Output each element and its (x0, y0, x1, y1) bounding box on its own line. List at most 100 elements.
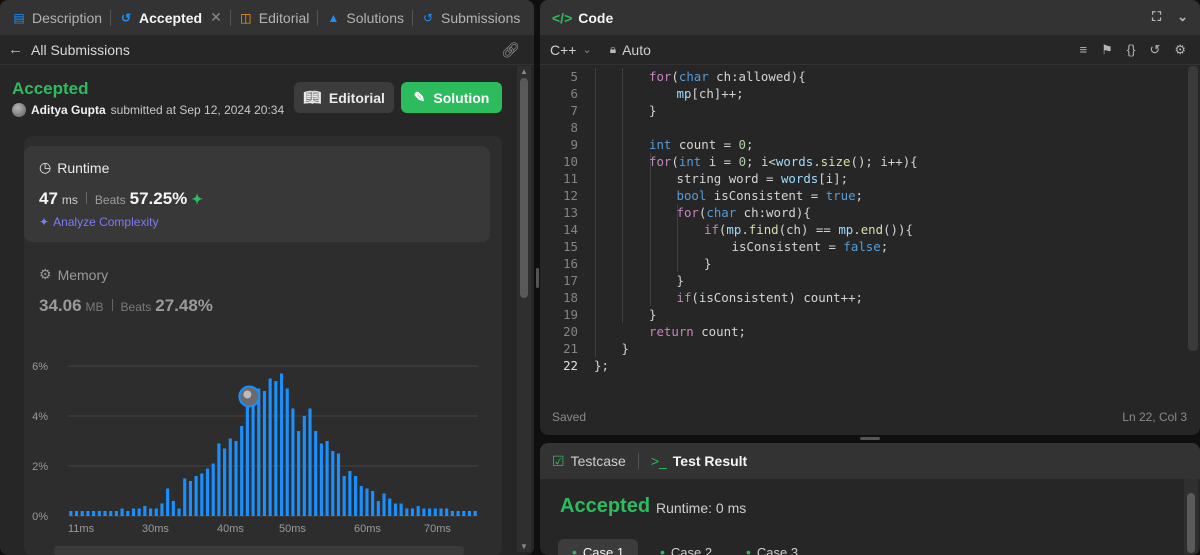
line-number: 22 (563, 358, 578, 373)
edit-icon: ✎ (413, 89, 426, 105)
tab-editorial-label: Editorial (258, 9, 310, 26)
y-tick-label: 6% (32, 361, 48, 373)
code-text: if(isConsistent) count++; (676, 290, 864, 305)
mode-label[interactable]: Auto (622, 42, 651, 58)
submitted-text: submitted at Sep 12, 2024 20:34 (110, 103, 285, 117)
chart-bar (234, 441, 238, 516)
arrow-left-icon[interactable]: ← (8, 41, 23, 58)
case-tab-1[interactable]: • Case 1 (558, 539, 639, 555)
x-tick-label: 40ms (217, 523, 244, 535)
tab-solutions[interactable]: ▲ Solutions (318, 0, 412, 35)
tab-solutions-label: Solutions (346, 9, 404, 26)
line-number: 14 (563, 222, 578, 237)
avatar[interactable] (12, 103, 26, 117)
chart-range-slider[interactable] (54, 546, 464, 555)
code-line: 12 bool isConsistent = true; (540, 187, 1185, 204)
test-tab-bar: ☑ Testcase >_ Test Result (540, 443, 1200, 479)
memory-title-label: Memory (57, 266, 109, 283)
tab-test-result[interactable]: Test Result (673, 453, 747, 469)
left-scrollbar[interactable]: ▲ ▼ (517, 66, 531, 552)
history-icon: ↺ (121, 10, 132, 25)
settings-icon[interactable]: ⚙ (1174, 42, 1186, 58)
divider (111, 299, 113, 311)
submission-meta: Aditya Gupta submitted at Sep 12, 2024 2… (12, 103, 284, 117)
tab-testcase[interactable]: Testcase (571, 453, 626, 469)
code-text: string word = words[i]; (676, 171, 849, 186)
chart-bar (314, 431, 318, 516)
chart-bar (416, 506, 420, 516)
all-submissions-link[interactable]: All Submissions (31, 42, 130, 58)
chart-bar (149, 508, 153, 516)
code-editor[interactable]: 5 for(char ch:allowed){6 mp[ch]++; 7} 8 9 int … (540, 66, 1200, 396)
tab-submissions[interactable]: ↺ Submissions (413, 0, 528, 35)
chart-bar (410, 508, 415, 516)
chart-bar (240, 426, 244, 516)
chevron-down-icon[interactable]: ⌄ (582, 43, 591, 56)
scroll-thumb[interactable] (520, 78, 528, 298)
code-line: 19} (540, 306, 1185, 323)
memory-value: 34.06 (39, 296, 82, 315)
analyze-complexity-link[interactable]: ✦ Analyze Complexity (39, 215, 158, 229)
runtime-title-label: Runtime (57, 159, 110, 176)
chart-bar (245, 396, 249, 516)
close-icon[interactable]: ✕ (210, 9, 222, 26)
chevron-down-icon[interactable]: ⌄ (1177, 9, 1188, 25)
y-tick-label: 2% (32, 461, 48, 473)
tab-description[interactable]: ▤ Description (4, 0, 110, 35)
y-tick-label: 0% (32, 511, 48, 523)
format-icon[interactable]: ≡ (1080, 42, 1088, 58)
panel-resize-handle[interactable] (536, 268, 539, 288)
chart-bar (97, 511, 101, 516)
code-line: 11 string word = words[i]; (540, 170, 1185, 187)
chart-bar (467, 511, 472, 516)
code-title: Code (578, 9, 614, 26)
line-number: 9 (570, 137, 578, 152)
code-text: } (704, 256, 712, 271)
chart-bar (92, 511, 96, 516)
editorial-button[interactable]: 📖︎ Editorial (294, 82, 394, 113)
chart-bar (325, 441, 329, 516)
scroll-up-icon[interactable]: ▲ (519, 67, 529, 76)
bookmark-icon[interactable]: ⚑ (1101, 42, 1113, 58)
chart-bar (143, 506, 147, 516)
memory-value-row: 34.06 MB Beats 27.48% (39, 296, 213, 316)
panel-resize-handle[interactable] (860, 437, 880, 440)
case-tab-3[interactable]: • Case 3 (732, 539, 812, 555)
reset-icon[interactable]: ↺ (1149, 42, 1160, 58)
chart-bar (109, 511, 113, 516)
code-scrollbar[interactable] (1188, 66, 1198, 351)
chart-bar (211, 463, 215, 516)
scroll-down-icon[interactable]: ▼ (519, 542, 529, 551)
code-line: 20 return count; (540, 323, 1185, 340)
chart-bar (74, 511, 79, 516)
left-panel: ▤ Description ↺ Accepted ✕ ◫ Editorial ▲… (0, 0, 534, 555)
code-text: }; (594, 358, 609, 373)
chart-bar (376, 501, 380, 516)
tab-accepted[interactable]: ↺ Accepted ✕ (111, 0, 230, 35)
case-tab-2[interactable]: • Case 2 (646, 539, 726, 555)
scroll-thumb[interactable] (1187, 493, 1195, 553)
braces-icon[interactable]: {} (1127, 42, 1136, 58)
chart-bar (371, 491, 375, 516)
link-icon[interactable]: 🔗︎ (501, 41, 520, 59)
case-tab-label: Case 1 (582, 544, 625, 555)
tab-editorial[interactable]: ◫ Editorial (231, 0, 318, 35)
chart-bar (428, 508, 432, 516)
chart-bar (279, 373, 284, 516)
chart-bar (473, 511, 477, 516)
solution-button[interactable]: ✎ Solution (401, 82, 502, 113)
code-text: bool isConsistent = true; (676, 188, 864, 203)
test-panel: ☑ Testcase >_ Test Result Accepted Runti… (540, 443, 1200, 555)
chart-bar (399, 503, 403, 516)
code-text: for(char ch:word){ (676, 205, 811, 220)
fullscreen-icon[interactable]: ⛶ (1152, 9, 1161, 25)
checkbox-icon: ☑ (552, 452, 565, 469)
username-link[interactable]: Aditya Gupta (31, 103, 106, 117)
memory-title[interactable]: ⚙ Memory (39, 266, 108, 283)
chart-bar (120, 508, 124, 516)
chart-bar (177, 508, 181, 516)
runtime-distribution-chart[interactable]: 0% 2% 4% 6% 11ms 30ms 40ms 50ms 60ms 70ms (24, 346, 490, 546)
language-select[interactable]: C++ (550, 42, 576, 58)
test-scrollbar[interactable] (1184, 479, 1198, 555)
chart-bar (319, 443, 323, 516)
